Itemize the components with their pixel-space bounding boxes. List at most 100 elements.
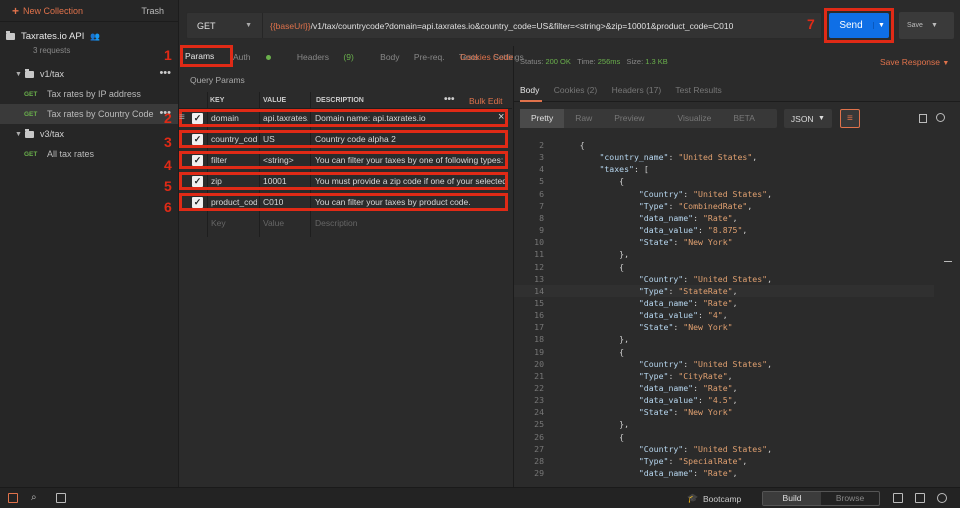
build-button[interactable]: Build — [763, 492, 821, 505]
collection-item[interactable]: Taxrates.io API 👥 3 requests — [0, 22, 178, 60]
cookies-link[interactable]: Cookies — [460, 52, 491, 62]
param-key[interactable]: product_code — [211, 197, 257, 207]
param-description[interactable]: Country code alpha 2 — [315, 134, 505, 144]
param-row[interactable]: ✓ filter <string> You can filter your ta… — [179, 151, 512, 172]
line-number: 8 — [539, 212, 544, 223]
method-badge: GET — [24, 110, 38, 118]
response-toolbar: Pretty Raw Preview Visualize BETA JSON ▼ … — [520, 109, 860, 128]
param-value[interactable]: 10001 — [263, 176, 308, 186]
folder-v3-tax[interactable]: ▼ v3/tax — [0, 124, 178, 144]
layout-icon[interactable] — [893, 493, 903, 503]
code-line: "data_value": "8.875", — [638, 225, 748, 236]
send-label: Send — [839, 20, 863, 31]
view-raw[interactable]: Raw — [564, 109, 603, 128]
tab-params[interactable]: Params — [180, 45, 233, 67]
param-value[interactable]: C010 — [263, 197, 308, 207]
folder-v1-tax[interactable]: ▼ v1/tax ••• — [0, 64, 178, 84]
line-number: 9 — [539, 225, 544, 236]
tab-auth[interactable]: Auth — [233, 52, 283, 62]
checkbox[interactable]: ✓ — [192, 155, 203, 166]
param-row[interactable]: ✓ product_code C010 You can filter your … — [179, 193, 512, 214]
key-placeholder[interactable]: Key — [211, 218, 257, 228]
param-key[interactable]: filter — [211, 155, 257, 165]
request-item[interactable]: GET All tax rates — [0, 144, 178, 164]
status-label: Status: — [520, 57, 544, 66]
checkbox[interactable]: ✓ — [192, 134, 203, 145]
more-options-icon[interactable]: ••• — [444, 94, 455, 105]
param-key[interactable]: domain — [211, 113, 257, 123]
line-number: 13 — [534, 273, 544, 284]
line-number: 4 — [539, 164, 544, 175]
active-tab-indicator — [520, 100, 542, 102]
tab-headers[interactable]: Headers (9) — [297, 52, 366, 62]
plus-icon: + — [12, 3, 20, 18]
request-item-selected[interactable]: GET Tax rates by Country Code ••• — [0, 104, 178, 124]
tab-prereq[interactable]: Pre-req. — [414, 52, 445, 62]
help-icon[interactable] — [937, 493, 947, 503]
beta-badge: BETA — [733, 113, 755, 123]
checkbox[interactable]: ✓ — [192, 113, 203, 124]
line-number: 7 — [539, 200, 544, 211]
code-link[interactable]: Code — [493, 52, 513, 62]
send-button[interactable]: Send ▼ — [829, 13, 889, 38]
search-icon[interactable] — [936, 113, 945, 122]
response-body[interactable]: 2 {3 "country_name": "United States", 4 "… — [514, 138, 960, 487]
param-value[interactable]: api.taxrates.io — [263, 113, 308, 123]
code-line: { — [560, 431, 625, 442]
tab-body[interactable]: Body — [380, 52, 399, 62]
value-placeholder[interactable]: Value — [263, 218, 308, 228]
sidebar-top: + New Collection Trash — [0, 0, 178, 22]
keyboard-icon[interactable] — [915, 493, 925, 503]
wrap-lines-icon[interactable]: ≡ — [839, 109, 860, 128]
param-row[interactable]: ✓ zip 10001 You must provide a zip code … — [179, 172, 512, 193]
scrollbar-handle[interactable] — [944, 261, 952, 262]
param-row[interactable]: ✓ country_code US Country code alpha 2 — [179, 130, 512, 151]
view-visualize[interactable]: Visualize BETA — [655, 109, 776, 128]
format-select[interactable]: JSON ▼ — [783, 109, 832, 128]
description-placeholder[interactable]: Description — [315, 218, 505, 228]
tab-headers[interactable]: Headers (17) — [612, 85, 662, 95]
drag-handle-icon[interactable]: ≡ — [179, 112, 185, 123]
param-description[interactable]: You can filter your taxes by one of foll… — [315, 155, 505, 165]
more-options-icon[interactable]: ••• — [159, 67, 171, 79]
line-number: 6 — [539, 188, 544, 199]
chevron-down-icon[interactable]: ▼ — [873, 22, 889, 29]
view-pretty[interactable]: Pretty — [520, 109, 565, 128]
param-description[interactable]: You must provide a zip code if one of yo… — [315, 176, 505, 186]
checkbox[interactable]: ✓ — [192, 197, 203, 208]
copy-icon[interactable] — [919, 114, 927, 123]
browse-button[interactable]: Browse — [821, 492, 879, 505]
line-number: 10 — [534, 237, 544, 248]
tab-test-results[interactable]: Test Results — [675, 85, 721, 95]
view-preview[interactable]: Preview — [603, 109, 655, 128]
chevron-down-icon[interactable]: ▼ — [931, 22, 938, 29]
param-row[interactable]: ≡ ✓ domain api.taxrates.io Domain name: … — [179, 109, 512, 130]
param-row-empty[interactable]: Key Value Description — [179, 214, 512, 235]
find-icon[interactable]: ⌕ — [31, 492, 37, 503]
param-key[interactable]: country_code — [211, 134, 257, 144]
param-description[interactable]: You can filter your taxes by product cod… — [315, 197, 505, 207]
tab-cookies[interactable]: Cookies (2) — [554, 85, 597, 95]
method-select[interactable]: GET ▼ — [187, 13, 263, 38]
param-key[interactable]: zip — [211, 176, 257, 186]
close-icon[interactable]: × — [498, 111, 504, 123]
save-button[interactable]: Save ▼ — [899, 12, 954, 39]
params-table: KEY VALUE DESCRIPTION ••• Bulk Edit ≡ ✓ … — [179, 92, 512, 235]
bulk-edit-link[interactable]: Bulk Edit — [469, 96, 503, 106]
param-value[interactable]: <string> — [263, 155, 308, 165]
checkbox[interactable]: ✓ — [192, 176, 203, 187]
code-line: "data_name": "Rate", — [638, 212, 738, 223]
code-line: "taxes": [ — [599, 164, 649, 175]
save-response-button[interactable]: Save Response ▼ — [880, 57, 949, 67]
bootcamp-link[interactable]: Bootcamp — [703, 494, 741, 504]
new-collection-button[interactable]: + New Collection — [12, 4, 83, 18]
console-icon[interactable] — [56, 493, 66, 503]
trash-button[interactable]: Trash — [141, 6, 164, 16]
request-item[interactable]: GET Tax rates by IP address — [0, 84, 178, 104]
tab-body[interactable]: Body — [520, 85, 539, 95]
param-description[interactable]: Domain name: api.taxrates.io — [315, 113, 505, 123]
sidebar-toggle-icon[interactable] — [8, 493, 18, 503]
folder-icon — [25, 128, 34, 138]
url-input[interactable]: {{baseUrl}}/v1/tax/countrycode?domain=ap… — [263, 21, 733, 31]
param-value[interactable]: US — [263, 134, 308, 144]
